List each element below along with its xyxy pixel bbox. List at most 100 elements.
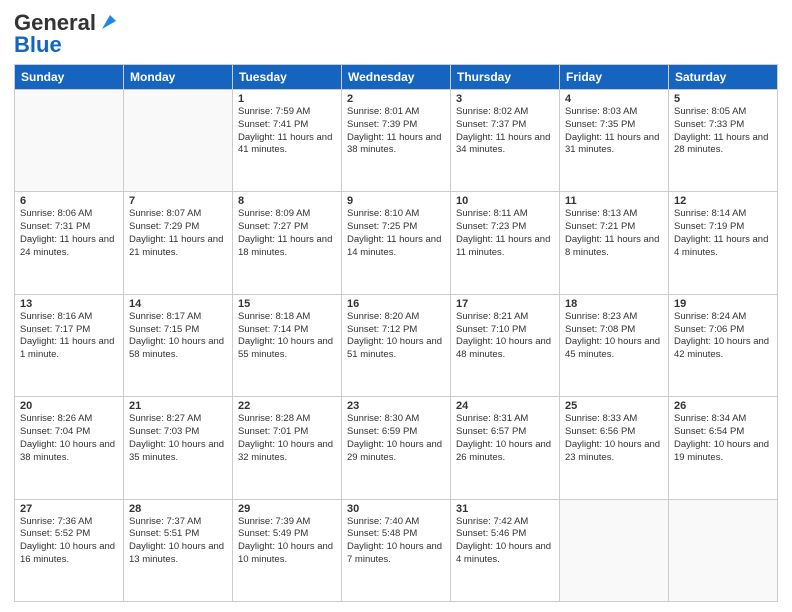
- calendar-cell: 2Sunrise: 8:01 AM Sunset: 7:39 PM Daylig…: [342, 90, 451, 192]
- calendar-cell: 3Sunrise: 8:02 AM Sunset: 7:37 PM Daylig…: [451, 90, 560, 192]
- cell-info: Sunrise: 8:13 AM Sunset: 7:21 PM Dayligh…: [565, 208, 663, 259]
- cell-info: Sunrise: 8:07 AM Sunset: 7:29 PM Dayligh…: [129, 208, 227, 259]
- day-number: 25: [565, 400, 663, 412]
- cell-info: Sunrise: 8:28 AM Sunset: 7:01 PM Dayligh…: [238, 413, 336, 464]
- calendar-cell: 13Sunrise: 8:16 AM Sunset: 7:17 PM Dayli…: [15, 294, 124, 396]
- calendar-cell: 31Sunrise: 7:42 AM Sunset: 5:46 PM Dayli…: [451, 499, 560, 601]
- cell-info: Sunrise: 8:09 AM Sunset: 7:27 PM Dayligh…: [238, 208, 336, 259]
- calendar-cell: [124, 90, 233, 192]
- day-number: 20: [20, 400, 118, 412]
- calendar-cell: 8Sunrise: 8:09 AM Sunset: 7:27 PM Daylig…: [233, 192, 342, 294]
- calendar-cell: 21Sunrise: 8:27 AM Sunset: 7:03 PM Dayli…: [124, 397, 233, 499]
- day-number: 27: [20, 503, 118, 515]
- day-number: 2: [347, 93, 445, 105]
- day-number: 23: [347, 400, 445, 412]
- calendar-cell: [560, 499, 669, 601]
- day-number: 29: [238, 503, 336, 515]
- calendar-cell: 16Sunrise: 8:20 AM Sunset: 7:12 PM Dayli…: [342, 294, 451, 396]
- day-number: 22: [238, 400, 336, 412]
- day-number: 13: [20, 298, 118, 310]
- calendar-cell: 19Sunrise: 8:24 AM Sunset: 7:06 PM Dayli…: [669, 294, 778, 396]
- day-header-sunday: Sunday: [15, 65, 124, 90]
- cell-info: Sunrise: 8:27 AM Sunset: 7:03 PM Dayligh…: [129, 413, 227, 464]
- cell-info: Sunrise: 7:40 AM Sunset: 5:48 PM Dayligh…: [347, 516, 445, 567]
- cell-info: Sunrise: 8:01 AM Sunset: 7:39 PM Dayligh…: [347, 106, 445, 157]
- calendar-cell: [15, 90, 124, 192]
- day-number: 5: [674, 93, 772, 105]
- calendar-cell: 4Sunrise: 8:03 AM Sunset: 7:35 PM Daylig…: [560, 90, 669, 192]
- cell-info: Sunrise: 7:39 AM Sunset: 5:49 PM Dayligh…: [238, 516, 336, 567]
- day-number: 7: [129, 195, 227, 207]
- day-header-monday: Monday: [124, 65, 233, 90]
- cell-info: Sunrise: 8:14 AM Sunset: 7:19 PM Dayligh…: [674, 208, 772, 259]
- cell-info: Sunrise: 8:33 AM Sunset: 6:56 PM Dayligh…: [565, 413, 663, 464]
- day-number: 31: [456, 503, 554, 515]
- week-row-4: 27Sunrise: 7:36 AM Sunset: 5:52 PM Dayli…: [15, 499, 778, 601]
- calendar-cell: 28Sunrise: 7:37 AM Sunset: 5:51 PM Dayli…: [124, 499, 233, 601]
- day-number: 16: [347, 298, 445, 310]
- week-row-0: 1Sunrise: 7:59 AM Sunset: 7:41 PM Daylig…: [15, 90, 778, 192]
- cell-info: Sunrise: 8:31 AM Sunset: 6:57 PM Dayligh…: [456, 413, 554, 464]
- calendar-cell: 11Sunrise: 8:13 AM Sunset: 7:21 PM Dayli…: [560, 192, 669, 294]
- calendar-cell: 10Sunrise: 8:11 AM Sunset: 7:23 PM Dayli…: [451, 192, 560, 294]
- day-number: 28: [129, 503, 227, 515]
- calendar-cell: 25Sunrise: 8:33 AM Sunset: 6:56 PM Dayli…: [560, 397, 669, 499]
- cell-info: Sunrise: 8:16 AM Sunset: 7:17 PM Dayligh…: [20, 311, 118, 362]
- calendar-cell: 24Sunrise: 8:31 AM Sunset: 6:57 PM Dayli…: [451, 397, 560, 499]
- calendar-cell: [669, 499, 778, 601]
- cell-info: Sunrise: 8:17 AM Sunset: 7:15 PM Dayligh…: [129, 311, 227, 362]
- day-number: 12: [674, 195, 772, 207]
- calendar-cell: 18Sunrise: 8:23 AM Sunset: 7:08 PM Dayli…: [560, 294, 669, 396]
- day-number: 11: [565, 195, 663, 207]
- calendar-cell: 14Sunrise: 8:17 AM Sunset: 7:15 PM Dayli…: [124, 294, 233, 396]
- calendar-cell: 26Sunrise: 8:34 AM Sunset: 6:54 PM Dayli…: [669, 397, 778, 499]
- cell-info: Sunrise: 8:02 AM Sunset: 7:37 PM Dayligh…: [456, 106, 554, 157]
- calendar-cell: 27Sunrise: 7:36 AM Sunset: 5:52 PM Dayli…: [15, 499, 124, 601]
- cell-info: Sunrise: 8:24 AM Sunset: 7:06 PM Dayligh…: [674, 311, 772, 362]
- calendar-cell: 6Sunrise: 8:06 AM Sunset: 7:31 PM Daylig…: [15, 192, 124, 294]
- day-number: 8: [238, 195, 336, 207]
- day-number: 17: [456, 298, 554, 310]
- cell-info: Sunrise: 8:26 AM Sunset: 7:04 PM Dayligh…: [20, 413, 118, 464]
- logo-blue: Blue: [14, 32, 62, 57]
- calendar-cell: 7Sunrise: 8:07 AM Sunset: 7:29 PM Daylig…: [124, 192, 233, 294]
- cell-info: Sunrise: 8:06 AM Sunset: 7:31 PM Dayligh…: [20, 208, 118, 259]
- day-number: 6: [20, 195, 118, 207]
- day-number: 30: [347, 503, 445, 515]
- day-header-wednesday: Wednesday: [342, 65, 451, 90]
- cell-info: Sunrise: 8:23 AM Sunset: 7:08 PM Dayligh…: [565, 311, 663, 362]
- day-number: 9: [347, 195, 445, 207]
- cell-info: Sunrise: 8:20 AM Sunset: 7:12 PM Dayligh…: [347, 311, 445, 362]
- day-number: 26: [674, 400, 772, 412]
- week-row-1: 6Sunrise: 8:06 AM Sunset: 7:31 PM Daylig…: [15, 192, 778, 294]
- day-number: 10: [456, 195, 554, 207]
- day-header-friday: Friday: [560, 65, 669, 90]
- calendar-cell: 15Sunrise: 8:18 AM Sunset: 7:14 PM Dayli…: [233, 294, 342, 396]
- day-number: 14: [129, 298, 227, 310]
- day-header-saturday: Saturday: [669, 65, 778, 90]
- logo: General Blue: [14, 10, 120, 58]
- calendar-cell: 29Sunrise: 7:39 AM Sunset: 5:49 PM Dayli…: [233, 499, 342, 601]
- calendar-cell: 23Sunrise: 8:30 AM Sunset: 6:59 PM Dayli…: [342, 397, 451, 499]
- page: General Blue SundayMondayTuesdayWednesda…: [0, 0, 792, 612]
- calendar-cell: 20Sunrise: 8:26 AM Sunset: 7:04 PM Dayli…: [15, 397, 124, 499]
- calendar-table: SundayMondayTuesdayWednesdayThursdayFrid…: [14, 64, 778, 602]
- calendar-cell: 5Sunrise: 8:05 AM Sunset: 7:33 PM Daylig…: [669, 90, 778, 192]
- cell-info: Sunrise: 7:36 AM Sunset: 5:52 PM Dayligh…: [20, 516, 118, 567]
- calendar-cell: 12Sunrise: 8:14 AM Sunset: 7:19 PM Dayli…: [669, 192, 778, 294]
- calendar-cell: 30Sunrise: 7:40 AM Sunset: 5:48 PM Dayli…: [342, 499, 451, 601]
- cell-info: Sunrise: 8:18 AM Sunset: 7:14 PM Dayligh…: [238, 311, 336, 362]
- calendar-cell: 22Sunrise: 8:28 AM Sunset: 7:01 PM Dayli…: [233, 397, 342, 499]
- calendar-cell: 17Sunrise: 8:21 AM Sunset: 7:10 PM Dayli…: [451, 294, 560, 396]
- cell-info: Sunrise: 8:03 AM Sunset: 7:35 PM Dayligh…: [565, 106, 663, 157]
- day-number: 3: [456, 93, 554, 105]
- day-number: 1: [238, 93, 336, 105]
- cell-info: Sunrise: 7:59 AM Sunset: 7:41 PM Dayligh…: [238, 106, 336, 157]
- cell-info: Sunrise: 8:21 AM Sunset: 7:10 PM Dayligh…: [456, 311, 554, 362]
- cell-info: Sunrise: 8:10 AM Sunset: 7:25 PM Dayligh…: [347, 208, 445, 259]
- week-row-2: 13Sunrise: 8:16 AM Sunset: 7:17 PM Dayli…: [15, 294, 778, 396]
- cell-info: Sunrise: 7:42 AM Sunset: 5:46 PM Dayligh…: [456, 516, 554, 567]
- day-number: 19: [674, 298, 772, 310]
- day-number: 24: [456, 400, 554, 412]
- day-headers-row: SundayMondayTuesdayWednesdayThursdayFrid…: [15, 65, 778, 90]
